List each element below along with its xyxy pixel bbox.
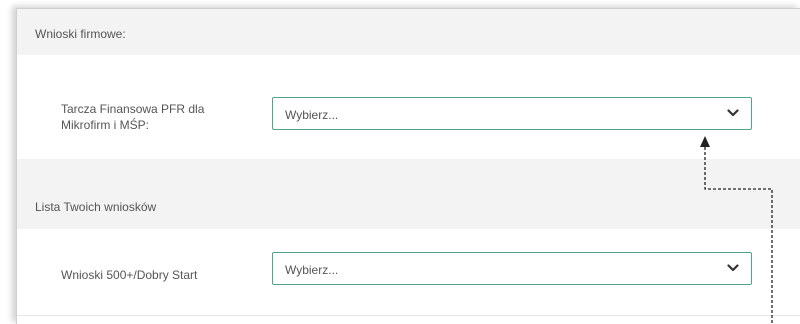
section-title: Wnioski firmowe: — [35, 27, 126, 41]
pfr-shield-label: Tarcza Finansowa PFR dla Mikrofirm i MŚP… — [61, 102, 205, 132]
section-divider — [17, 159, 800, 179]
section-header-company-applications: Wnioski firmowe: — [17, 9, 800, 55]
select-value: Wybierz... — [285, 108, 339, 122]
chevron-down-icon — [727, 109, 739, 117]
chevron-down-icon — [727, 264, 739, 272]
applications-panel: Wnioski firmowe: Tarcza Finansowa PFR dl… — [16, 8, 800, 324]
row-divider — [17, 315, 800, 316]
pfr-shield-select[interactable]: Wybierz... — [272, 97, 752, 130]
section-header-your-applications: Lista Twoich wniosków — [17, 179, 800, 229]
select-value: Wybierz... — [285, 263, 339, 277]
500plus-dobry-start-label: Wnioski 500+/Dobry Start — [61, 268, 198, 282]
500plus-dobry-start-select[interactable]: Wybierz... — [272, 252, 752, 285]
section-title: Lista Twoich wniosków — [35, 200, 157, 214]
